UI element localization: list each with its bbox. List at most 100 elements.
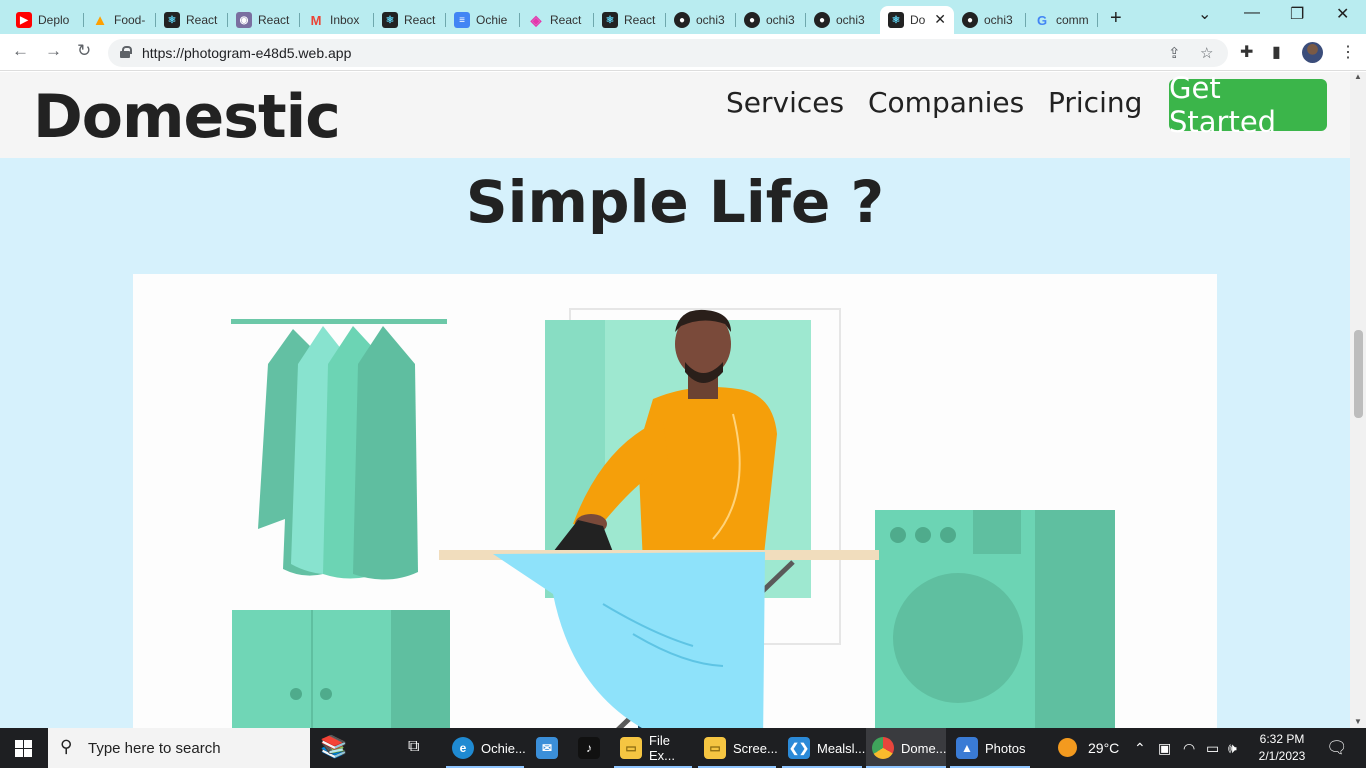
start-button[interactable]: [15, 740, 32, 757]
forward-icon[interactable]: →: [45, 41, 62, 61]
tiktok-icon: ♪: [578, 737, 600, 759]
profile-avatar[interactable]: [1302, 42, 1323, 63]
browser-tab[interactable]: ◉ React: [228, 6, 300, 34]
lock-icon[interactable]: [120, 46, 132, 58]
taskbar-app-file-explorer[interactable]: ▭ File Ex...: [614, 728, 692, 768]
browser-tab[interactable]: ● ochi3: [666, 6, 736, 34]
owl-icon: ◉: [236, 12, 252, 28]
wifi-icon[interactable]: ◠: [1183, 740, 1195, 757]
minimize-icon[interactable]: —: [1244, 4, 1260, 22]
browser-tab[interactable]: ◈ React: [520, 6, 594, 34]
restore-icon[interactable]: ❐: [1290, 4, 1304, 24]
taskbar-app-screenshots[interactable]: ▭ Scree...: [698, 728, 778, 768]
browser-tab[interactable]: G comm: [1026, 6, 1098, 34]
new-tab-button[interactable]: +: [1110, 7, 1122, 30]
search-placeholder: Type here to search: [88, 740, 221, 757]
menu-icon[interactable]: ⋮: [1340, 42, 1356, 62]
taskbar-app-chrome[interactable]: Dome...: [866, 728, 947, 768]
bookmark-star-icon[interactable]: ☆: [1200, 44, 1213, 62]
site-logo[interactable]: Domestic: [33, 82, 341, 152]
page-scrollbar[interactable]: ▲ ▼: [1350, 72, 1366, 728]
browser-toolbar: ← → ↻ https://photogram-e48d5.web.app ⇪ …: [0, 34, 1366, 71]
browser-tab-active[interactable]: ⚛ Do ✕: [880, 6, 954, 34]
tab-label: React: [550, 13, 582, 27]
photos-icon: ▲: [956, 737, 978, 759]
task-view-icon[interactable]: ⧉: [408, 738, 419, 756]
notifications-icon[interactable]: 🗨: [1326, 738, 1348, 758]
tab-strip: ▶ Deplo ▲ Food- ⚛ React ◉ React M Inbox …: [0, 0, 1366, 34]
extensions-icon[interactable]: ✚: [1240, 42, 1253, 62]
battery-icon[interactable]: ▭: [1206, 740, 1219, 757]
show-hidden-icons-icon[interactable]: ⌃: [1134, 740, 1146, 757]
firebase-icon: ▲: [92, 11, 108, 29]
mail-icon: ✉: [536, 737, 558, 759]
taskbar-app-vscode[interactable]: ❮❯ Mealsl...: [782, 728, 865, 768]
site-navbar: Domestic Services Companies Pricing Get …: [0, 72, 1350, 158]
tab-label: React: [258, 13, 290, 27]
meet-now-icon[interactable]: ▣: [1158, 740, 1171, 757]
scroll-down-icon[interactable]: ▼: [1354, 717, 1362, 726]
react-icon: ⚛: [382, 12, 398, 28]
page-viewport: Domestic Services Companies Pricing Get …: [0, 72, 1350, 728]
tab-search-icon[interactable]: ⌄: [1198, 4, 1211, 24]
ironing-man-illustration: [231, 308, 1115, 728]
system-clock[interactable]: 6:32 PM 2/1/2023: [1252, 731, 1312, 765]
close-window-icon[interactable]: ✕: [1336, 4, 1349, 24]
close-tab-icon[interactable]: ✕: [934, 11, 946, 28]
folder-icon: ▭: [620, 737, 642, 759]
url-text[interactable]: https://photogram-e48d5.web.app: [142, 45, 351, 61]
tab-label: ochi3: [766, 13, 795, 27]
nav-services[interactable]: Services: [726, 86, 844, 119]
github-icon: ●: [744, 12, 760, 28]
browser-tab[interactable]: ▲ Food-: [84, 6, 156, 34]
youtube-icon: ▶: [16, 12, 32, 28]
browser-tab[interactable]: M Inbox: [300, 6, 374, 34]
browser-tab[interactable]: ⚛ React: [374, 6, 446, 34]
weather-sun-icon[interactable]: [1058, 738, 1077, 757]
tab-label: comm: [1056, 13, 1089, 27]
browser-tab[interactable]: ⚛ React: [156, 6, 228, 34]
gmail-icon: M: [310, 12, 322, 28]
browser-tab[interactable]: ● ochi3: [736, 6, 806, 34]
volume-icon[interactable]: 🕪: [1228, 740, 1237, 757]
side-panel-icon[interactable]: ▮: [1272, 42, 1281, 62]
address-bar[interactable]: https://photogram-e48d5.web.app ⇪ ☆: [108, 39, 1228, 67]
back-icon[interactable]: ←: [12, 41, 29, 61]
taskbar-app-mail[interactable]: ✉: [530, 728, 566, 768]
edge-icon: e: [452, 737, 474, 759]
react-icon: ⚛: [888, 12, 904, 28]
weather-temp[interactable]: 29°C: [1088, 740, 1119, 756]
tab-label: Ochie: [476, 13, 508, 27]
github-icon: ●: [674, 12, 690, 28]
get-started-button[interactable]: Get Started: [1169, 72, 1327, 139]
share-icon[interactable]: ⇪: [1168, 44, 1181, 62]
reload-icon[interactable]: ↻: [77, 41, 91, 61]
vscode-icon: ❮❯: [788, 737, 810, 759]
tab-label: ochi3: [836, 13, 865, 27]
tab-label: ochi3: [984, 13, 1013, 27]
chrome-icon: [872, 737, 894, 759]
browser-tab[interactable]: ● ochi3: [954, 6, 1026, 34]
github-icon: ●: [814, 12, 830, 28]
scroll-up-icon[interactable]: ▲: [1354, 72, 1362, 81]
nav-companies[interactable]: Companies: [868, 86, 1024, 119]
browser-tab[interactable]: ≡ Ochie: [446, 6, 520, 34]
browser-tab[interactable]: ▶ Deplo: [8, 6, 84, 34]
books-icon[interactable]: 📚: [320, 734, 347, 760]
react-icon: ⚛: [164, 12, 180, 28]
clock-date: 2/1/2023: [1258, 749, 1306, 763]
scrollbar-thumb[interactable]: [1354, 330, 1363, 418]
tab-label: ochi3: [696, 13, 725, 27]
taskbar-search[interactable]: ⚲ Type here to search: [48, 728, 310, 768]
taskbar-app-tiktok[interactable]: ♪: [572, 728, 608, 768]
search-icon: ⚲: [60, 737, 73, 756]
tab-label: Deplo: [38, 13, 70, 27]
taskbar-app-edge[interactable]: e Ochie...: [446, 728, 526, 768]
docs-icon: ≡: [454, 12, 470, 28]
hero-title: Simple Life ?: [465, 168, 885, 236]
nav-pricing[interactable]: Pricing: [1048, 86, 1142, 119]
browser-tab[interactable]: ⚛ React: [594, 6, 666, 34]
tab-label: Do: [910, 13, 926, 27]
taskbar-app-photos[interactable]: ▲ Photos: [950, 728, 1030, 768]
browser-tab[interactable]: ● ochi3: [806, 6, 880, 34]
